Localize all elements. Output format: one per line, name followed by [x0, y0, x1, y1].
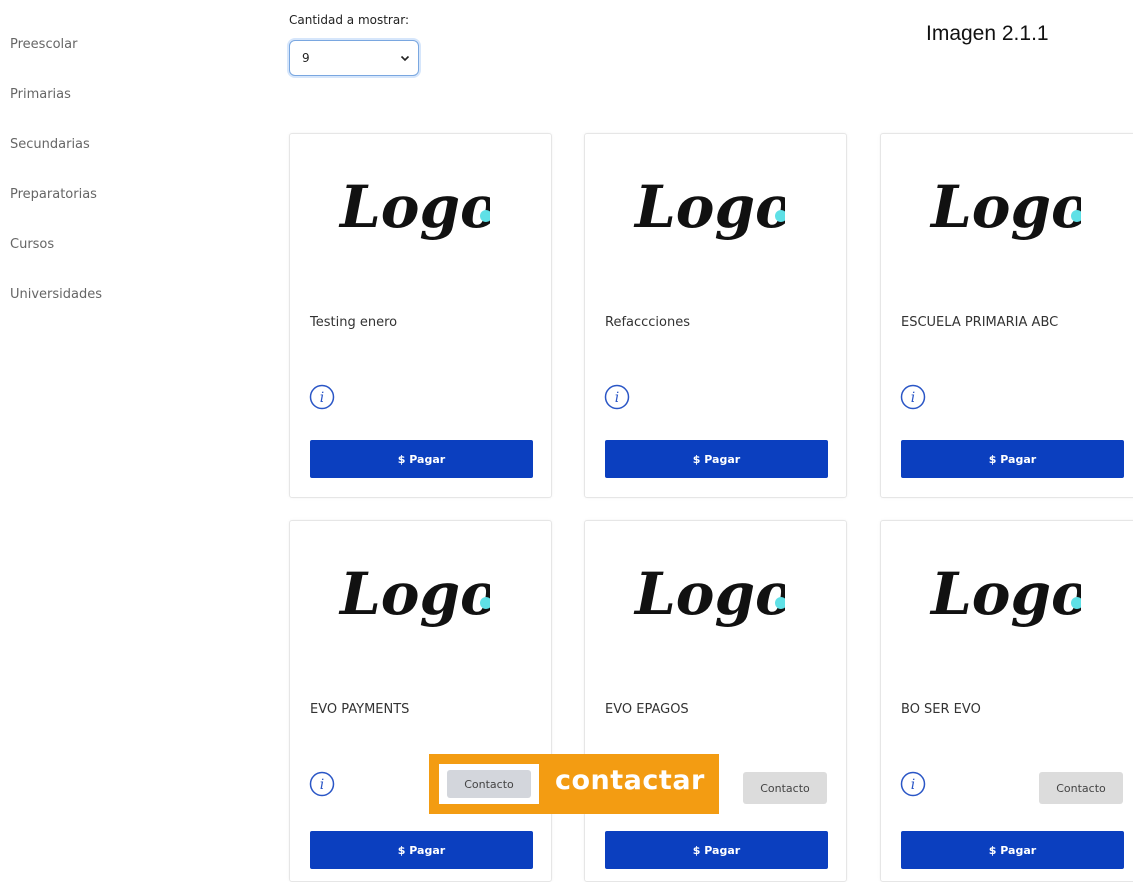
pay-button[interactable]: $ Pagar [605, 440, 828, 478]
image-caption: Imagen 2.1.1 [926, 22, 1049, 45]
card-title: Refaccciones [605, 315, 691, 330]
pay-button[interactable]: $ Pagar [310, 831, 533, 869]
svg-text:i: i [320, 777, 324, 793]
info-icon[interactable]: i [309, 384, 335, 410]
pay-button[interactable]: $ Pagar [901, 440, 1124, 478]
card-title: BO SER EVO [901, 702, 981, 717]
sidebar-item-primarias[interactable]: Primarias [10, 88, 210, 138]
callout-button-frame: Contacto [439, 764, 539, 804]
svg-text:i: i [911, 777, 915, 793]
svg-text:Logo: Logo [929, 173, 1081, 241]
callout-contact-button[interactable]: Contacto [447, 770, 531, 798]
contact-button[interactable]: Contacto [1039, 772, 1123, 804]
callout-text: contactar [555, 765, 705, 796]
card-title: ESCUELA PRIMARIA ABC [901, 315, 1059, 330]
category-sidebar: Preescolar Primarias Secundarias Prepara… [10, 38, 210, 338]
svg-text:Logo: Logo [338, 173, 490, 241]
contactar-callout: Contacto contactar [429, 754, 719, 814]
svg-text:Logo: Logo [338, 560, 490, 628]
pay-button[interactable]: $ Pagar [310, 440, 533, 478]
pay-button[interactable]: $ Pagar [901, 831, 1124, 869]
school-card: Logo Refaccciones i $ Pagar [584, 133, 847, 498]
card-title: EVO EPAGOS [605, 702, 689, 717]
svg-text:i: i [615, 390, 619, 406]
logo-image: Logo [633, 173, 785, 241]
logo-image: Logo [338, 173, 490, 241]
quantity-label: Cantidad a mostrar: [289, 13, 409, 27]
quantity-select[interactable]: 9 [289, 40, 419, 76]
school-card: Logo BO SER EVO i Contacto $ Pagar [880, 520, 1133, 882]
svg-text:i: i [911, 390, 915, 406]
card-title: Testing enero [310, 315, 398, 330]
chevron-down-icon [400, 55, 410, 62]
sidebar-item-cursos[interactable]: Cursos [10, 238, 210, 288]
info-icon[interactable]: i [900, 384, 926, 410]
sidebar-item-universidades[interactable]: Universidades [10, 288, 210, 338]
sidebar-item-preparatorias[interactable]: Preparatorias [10, 188, 210, 238]
sidebar-item-secundarias[interactable]: Secundarias [10, 138, 210, 188]
quantity-value: 9 [302, 51, 310, 65]
school-card: Logo EVO EPAGOS Contacto $ Pagar [584, 520, 847, 882]
info-icon[interactable]: i [309, 771, 335, 797]
school-card: Logo ESCUELA PRIMARIA ABC i $ Pagar [880, 133, 1133, 498]
logo-image: Logo [929, 173, 1081, 241]
info-icon[interactable]: i [604, 384, 630, 410]
svg-text:Logo: Logo [929, 560, 1081, 628]
logo-image: Logo [929, 560, 1081, 628]
card-title: EVO PAYMENTS [310, 702, 410, 717]
logo-image: Logo [633, 560, 785, 628]
svg-text:i: i [320, 390, 324, 406]
contact-button[interactable]: Contacto [743, 772, 827, 804]
pay-button[interactable]: $ Pagar [605, 831, 828, 869]
school-card: Logo EVO PAYMENTS i $ Pagar [289, 520, 552, 882]
logo-image: Logo [338, 560, 490, 628]
svg-text:Logo: Logo [633, 173, 785, 241]
info-icon[interactable]: i [900, 771, 926, 797]
svg-text:Logo: Logo [633, 560, 785, 628]
school-card: Logo Testing enero i $ Pagar [289, 133, 552, 498]
sidebar-item-preescolar[interactable]: Preescolar [10, 38, 210, 88]
